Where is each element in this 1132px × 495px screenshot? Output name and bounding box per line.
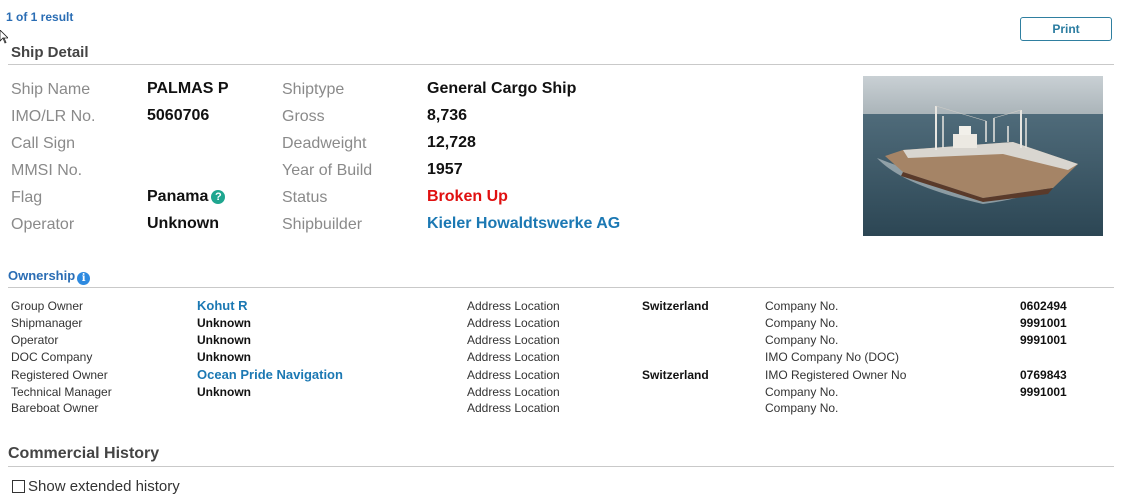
ownership-role: DOC Company [11, 350, 93, 364]
label-mmsi-no: MMSI No. [11, 162, 83, 179]
address-location-label: Address Location [467, 316, 560, 330]
label-gross: Gross [282, 108, 325, 125]
ship-photo[interactable] [863, 76, 1103, 236]
label-shiptype: Shiptype [282, 81, 345, 98]
owner-name: Unknown [197, 385, 251, 399]
ship-illustration [863, 76, 1103, 236]
help-icon[interactable]: ? [211, 190, 226, 204]
ownership-role: Technical Manager [11, 385, 112, 399]
address-location-label: Address Location [467, 299, 560, 313]
value-gross: 8,736 [427, 107, 468, 124]
shipbuilder-link[interactable]: Kieler Howaldtswerke AG [427, 215, 620, 233]
company-no-value: 9991001 [1020, 316, 1067, 330]
company-no-label: IMO Company No (DOC) [765, 350, 900, 364]
company-no-label: Company No. [765, 316, 839, 330]
value-year-of-build: 1957 [427, 161, 463, 178]
company-no-value: 9991001 [1020, 333, 1067, 347]
company-no-value: 9991001 [1020, 385, 1067, 399]
ownership-role: Bareboat Owner [11, 401, 99, 415]
address-location-label: Address Location [467, 385, 560, 399]
commercial-history-title: Commercial History [8, 445, 160, 462]
label-flag: Flag [11, 189, 43, 206]
label-imo-lr-no: IMO/LR No. [11, 108, 96, 125]
company-no-value: 0602494 [1020, 299, 1067, 313]
owner-name: Unknown [197, 333, 251, 347]
ship-detail-divider [8, 64, 1114, 65]
company-no-label: Company No. [765, 333, 839, 347]
owner-name-link[interactable]: Kohut R [197, 298, 248, 313]
ownership-divider [8, 287, 1114, 288]
label-shipbuilder: Shipbuilder [282, 216, 363, 233]
value-shiptype: General Cargo Ship [427, 80, 577, 97]
address-location-value: Switzerland [642, 368, 709, 382]
company-no-label: Company No. [765, 299, 839, 313]
label-call-sign: Call Sign [11, 135, 76, 152]
show-extended-history-label[interactable]: Show extended history [28, 478, 180, 495]
value-status: Broken Up [427, 188, 508, 205]
label-status: Status [282, 189, 328, 206]
value-imo-lr-no: 5060706 [147, 107, 210, 124]
ownership-title-text: Ownership [8, 268, 76, 283]
company-no-label: Company No. [765, 401, 839, 415]
show-extended-history-checkbox[interactable] [12, 480, 25, 493]
label-operator: Operator [11, 216, 75, 233]
value-deadweight: 12,728 [427, 134, 476, 151]
address-location-value: Switzerland [642, 299, 709, 313]
mouse-cursor-icon [0, 30, 8, 44]
result-count[interactable]: 1 of 1 result [6, 10, 73, 24]
ownership-role: Group Owner [11, 299, 84, 313]
flag-text: Panama [147, 188, 209, 205]
address-location-label: Address Location [467, 350, 560, 364]
ownership-role: Operator [11, 333, 59, 347]
ship-detail-title: Ship Detail [11, 44, 89, 61]
company-no-label: Company No. [765, 385, 839, 399]
owner-name: Unknown [197, 350, 251, 364]
print-button[interactable]: Print [1020, 17, 1112, 41]
owner-name: Unknown [197, 316, 251, 330]
owner-name-link[interactable]: Ocean Pride Navigation [197, 367, 343, 382]
address-location-label: Address Location [467, 333, 560, 347]
value-ship-name: PALMAS P [147, 80, 229, 97]
ownership-role: Shipmanager [11, 316, 83, 330]
ownership-role: Registered Owner [11, 368, 108, 382]
value-operator: Unknown [147, 215, 219, 232]
label-ship-name: Ship Name [11, 81, 91, 98]
label-year-of-build: Year of Build [282, 162, 373, 179]
address-location-label: Address Location [467, 401, 560, 415]
address-location-label: Address Location [467, 368, 560, 382]
label-deadweight: Deadweight [282, 135, 367, 152]
commercial-history-divider [8, 466, 1114, 467]
company-no-label: IMO Registered Owner No [765, 368, 907, 382]
info-icon[interactable]: i [77, 272, 91, 285]
ownership-title: Ownership i [8, 268, 91, 285]
value-flag: Panama? [147, 188, 226, 206]
company-no-value: 0769843 [1020, 368, 1067, 382]
